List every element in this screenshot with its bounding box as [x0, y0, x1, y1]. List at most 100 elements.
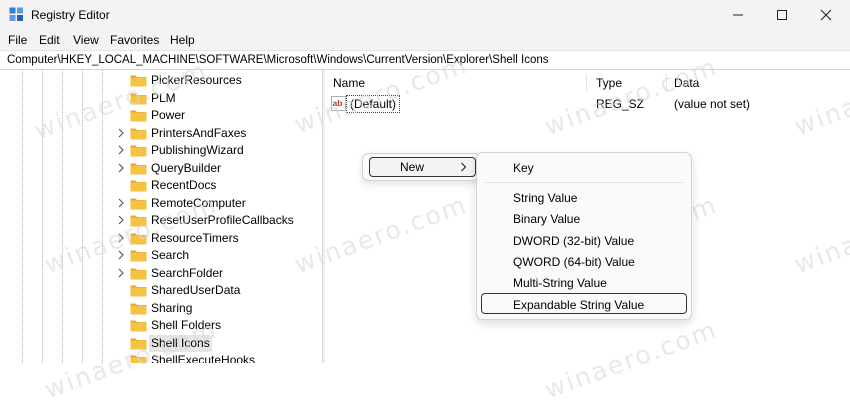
chevron-right-icon[interactable]	[117, 144, 125, 156]
svg-text:ab: ab	[333, 98, 343, 108]
column-header-name[interactable]: Name	[333, 76, 365, 90]
tree-item[interactable]: ResourceTimers	[0, 230, 322, 247]
folder-icon	[130, 233, 147, 244]
folder-icon	[130, 268, 147, 279]
value-type: REG_SZ	[596, 97, 645, 111]
chevron-right-icon[interactable]	[117, 162, 125, 174]
chevron-right-icon[interactable]	[117, 249, 125, 261]
submenu-item-expandable-string-value-label: Expandable String Value	[513, 298, 645, 312]
tree-item-label: Power	[151, 108, 186, 122]
column-separator[interactable]	[666, 74, 667, 92]
pane-splitter[interactable]	[322, 70, 325, 363]
folder-icon	[130, 338, 147, 349]
tree-item-label: Shell Icons	[149, 334, 212, 352]
value-row-default[interactable]: ab (Default) REG_SZ (value not set)	[326, 95, 850, 113]
tree-item-label: SharedUserData	[151, 283, 241, 297]
chevron-right-icon[interactable]	[117, 232, 125, 244]
folder-icon	[130, 128, 147, 139]
watermark: winaero.com	[790, 189, 850, 280]
tree-item-label: Sharing	[151, 300, 193, 315]
folder-icon	[130, 285, 147, 297]
folder-icon	[130, 110, 147, 122]
tree-item-label: PublishingWizard	[151, 143, 244, 157]
window-title: Registry Editor	[31, 8, 110, 22]
tree-item[interactable]: PickerResources	[0, 72, 322, 89]
menu-item-new-label: New	[400, 160, 425, 174]
tree-item[interactable]: RecentDocs	[0, 177, 322, 194]
tree-item-label: Shell Folders	[151, 318, 222, 332]
submenu-item-binary-value[interactable]: Binary Value	[513, 212, 580, 226]
tree-item-label: Search	[151, 248, 190, 262]
close-icon[interactable]	[812, 4, 840, 26]
registry-tree: PickerResources PLM Power PrintersAndFaxes P…	[0, 70, 322, 363]
folder-icon	[130, 198, 147, 209]
registry-editor-icon	[9, 7, 23, 21]
address-path[interactable]: Computer\HKEY_LOCAL_MACHINE\SOFTWARE\Mic…	[7, 54, 549, 66]
folder-icon	[130, 320, 147, 332]
tree-item[interactable]: QueryBuilder	[0, 160, 322, 177]
menu-favorites[interactable]: Favorites	[110, 33, 159, 47]
column-header-data[interactable]: Data	[674, 76, 699, 90]
tree-item[interactable]: PrintersAndFaxes	[0, 125, 322, 142]
string-value-icon: ab	[331, 96, 346, 111]
folder-icon	[130, 215, 147, 227]
chevron-right-icon[interactable]	[117, 197, 125, 209]
value-name[interactable]: (Default)	[346, 95, 401, 113]
tree-item[interactable]: ResetUserProfileCallbacks	[0, 212, 322, 229]
menu-help[interactable]: Help	[170, 33, 195, 47]
tree-item-label: RemoteComputer	[151, 195, 246, 210]
column-header-type[interactable]: Type	[596, 76, 622, 90]
chevron-right-icon[interactable]	[117, 267, 125, 279]
tree-item-label: PLM	[151, 90, 176, 105]
maximize-icon[interactable]	[768, 4, 796, 26]
submenu-item-dword-value[interactable]: DWORD (32-bit) Value	[513, 234, 634, 248]
submenu-item-string-value[interactable]: String Value	[513, 191, 577, 205]
value-data: (value not set)	[674, 97, 751, 111]
tree-item-label: ResetUserProfileCallbacks	[151, 213, 294, 227]
tree-item[interactable]: Shell Icons	[0, 334, 322, 352]
title-bar: Registry Editor	[0, 0, 850, 30]
tree-item[interactable]: Sharing	[0, 300, 322, 317]
submenu-item-qword-value[interactable]: QWORD (64-bit) Value	[513, 255, 635, 269]
folder-icon	[130, 93, 147, 104]
menu-separator	[485, 182, 683, 183]
menu-bar: File Edit View Favorites Help	[0, 30, 850, 50]
new-submenu: Key String Value Binary Value DWORD (32-…	[476, 152, 692, 320]
tree-item[interactable]: PLM	[0, 90, 322, 107]
tree-item[interactable]: ShellExecuteHooks	[0, 352, 322, 363]
chevron-right-icon	[461, 162, 467, 172]
tree-item-label: PrintersAndFaxes	[151, 125, 247, 140]
watermark: winaero.com	[540, 314, 722, 404]
menu-item-new[interactable]: New	[369, 157, 476, 177]
context-menu: New	[362, 153, 481, 181]
folder-icon	[130, 355, 147, 363]
tree-item-label: ResourceTimers	[151, 230, 239, 245]
tree-item-label: ShellExecuteHooks	[151, 353, 256, 363]
address-bar[interactable]: Computer\HKEY_LOCAL_MACHINE\SOFTWARE\Mic…	[0, 50, 850, 70]
folder-icon	[130, 180, 147, 192]
column-separator[interactable]	[586, 74, 587, 92]
folder-icon	[130, 75, 147, 87]
tree-item[interactable]: Power	[0, 107, 322, 124]
chevron-right-icon[interactable]	[117, 214, 125, 226]
menu-edit[interactable]: Edit	[39, 33, 60, 47]
folder-icon	[130, 250, 147, 262]
submenu-item-multi-string-value[interactable]: Multi-String Value	[513, 276, 607, 290]
tree-item-label: QueryBuilder	[151, 160, 222, 175]
tree-item[interactable]: Shell Folders	[0, 317, 322, 334]
tree-item[interactable]: RemoteComputer	[0, 195, 322, 212]
folder-icon	[130, 303, 147, 314]
tree-item-label: PickerResources	[151, 73, 242, 87]
minimize-icon[interactable]	[724, 4, 752, 26]
tree-item[interactable]: Search	[0, 247, 322, 264]
tree-item[interactable]: SearchFolder	[0, 265, 322, 282]
tree-item[interactable]: PublishingWizard	[0, 142, 322, 159]
folder-icon	[130, 163, 147, 174]
menu-view[interactable]: View	[73, 33, 99, 47]
tree-item-label: SearchFolder	[151, 265, 224, 280]
tree-item-label: RecentDocs	[151, 178, 217, 192]
menu-file[interactable]: File	[8, 33, 27, 47]
tree-item[interactable]: SharedUserData	[0, 282, 322, 299]
chevron-right-icon[interactable]	[117, 127, 125, 139]
submenu-item-key[interactable]: Key	[513, 161, 534, 175]
